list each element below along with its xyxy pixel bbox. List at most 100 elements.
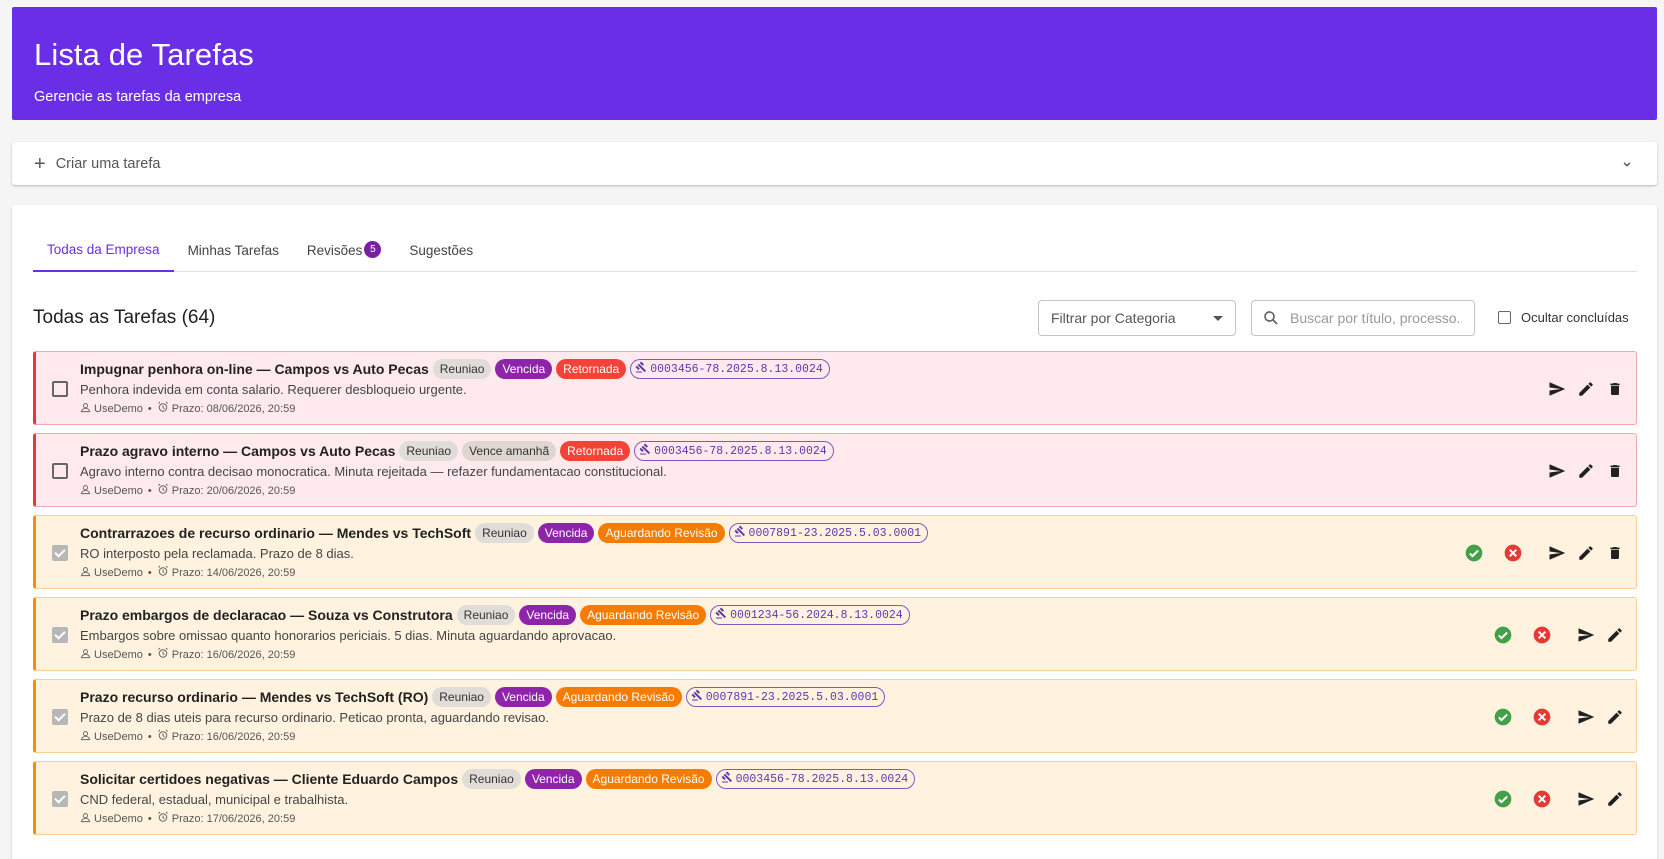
task-complete-checkbox[interactable]	[52, 463, 68, 479]
process-number-chip[interactable]: 0003456-78.2025.8.13.0024	[715, 769, 916, 789]
tab-sugestoes[interactable]: Sugestões	[395, 228, 487, 272]
task-row[interactable]: Impugnar penhora on-line — Campos vs Aut…	[33, 351, 1637, 425]
task-user: UseDemo	[94, 566, 143, 579]
task-description: Agravo interno contra decisao monocratic…	[80, 464, 667, 479]
task-content: Impugnar penhora on-line — Campos vs Aut…	[80, 358, 1636, 416]
approve-icon[interactable]	[1488, 623, 1518, 647]
process-number-chip[interactable]: 0001234-56.2024.8.13.0024	[710, 605, 910, 625]
due-status-chip: Vencida	[537, 523, 595, 543]
send-icon[interactable]	[1573, 787, 1599, 811]
edit-icon[interactable]	[1602, 787, 1628, 811]
alarm-icon	[157, 647, 172, 662]
process-number-chip[interactable]: 0007891-23.2025.5.03.0001	[685, 687, 886, 707]
edit-icon[interactable]	[1573, 541, 1599, 565]
delete-icon[interactable]	[1602, 541, 1628, 565]
reject-icon[interactable]	[1498, 541, 1528, 565]
send-icon[interactable]	[1573, 623, 1599, 647]
task-row[interactable]: Contrarrazoes de recurso ordinario — Men…	[33, 515, 1637, 589]
person-icon	[80, 648, 94, 662]
task-content: Prazo agravo interno — Campos vs Auto Pe…	[80, 440, 1636, 498]
category-filter-label: Filtrar por Categoria	[1051, 310, 1176, 326]
task-title: Contrarrazoes de recurso ordinario — Men…	[80, 525, 472, 541]
task-title: Prazo recurso ordinario — Mendes vs Tech…	[80, 689, 429, 705]
task-deadline: Prazo: 16/06/2026, 20:59	[171, 730, 296, 743]
task-content: Solicitar certidoes negativas — Cliente …	[80, 768, 1636, 826]
task-row[interactable]: Prazo recurso ordinario — Mendes vs Tech…	[33, 679, 1637, 753]
send-icon[interactable]	[1544, 377, 1570, 401]
reject-icon[interactable]	[1527, 787, 1557, 811]
meta-separator: •	[147, 484, 152, 497]
approve-icon[interactable]	[1488, 787, 1518, 811]
search-input[interactable]	[1290, 310, 1462, 326]
send-icon[interactable]	[1544, 541, 1570, 565]
task-complete-checkbox[interactable]	[52, 627, 68, 643]
task-deadline: Prazo: 17/06/2026, 20:59	[171, 812, 296, 825]
task-complete-checkbox[interactable]	[52, 709, 68, 725]
edit-icon[interactable]	[1602, 705, 1628, 729]
task-actions	[1479, 705, 1628, 729]
send-icon[interactable]	[1544, 459, 1570, 483]
alarm-icon	[157, 565, 172, 580]
task-complete-checkbox[interactable]	[52, 381, 68, 397]
task-row[interactable]: Prazo embargos de declaracao — Souza vs …	[33, 597, 1637, 671]
meta-separator: •	[147, 730, 152, 743]
tab-minhas-tarefas[interactable]: Minhas Tarefas	[174, 228, 293, 272]
state-chip: Aguardando Revisão	[585, 769, 712, 789]
hide-completed-label: Ocultar concluídas	[1521, 310, 1629, 325]
chevron-down-icon[interactable]	[1619, 156, 1635, 172]
create-task-accordion[interactable]: + Criar uma tarefa	[12, 142, 1657, 185]
category-chip: Reuniao	[399, 441, 459, 461]
tab-revisoes[interactable]: Revisões 5	[293, 228, 396, 272]
alarm-icon	[157, 401, 172, 416]
approve-icon[interactable]	[1459, 541, 1489, 565]
edit-icon[interactable]	[1602, 623, 1628, 647]
task-content: Prazo recurso ordinario — Mendes vs Tech…	[80, 686, 1636, 744]
search-field[interactable]	[1251, 300, 1475, 336]
edit-icon[interactable]	[1573, 459, 1599, 483]
tabs-bar: Todas da Empresa Minhas Tarefas Revisões…	[33, 228, 1637, 272]
process-number-chip[interactable]: 0003456-78.2025.8.13.0024	[630, 359, 830, 379]
task-actions	[1528, 377, 1628, 401]
due-status-chip: Vencida	[495, 359, 553, 379]
process-number: 0007891-23.2025.5.03.0001	[748, 526, 922, 540]
page-header: Lista de Tarefas Gerencie as tarefas da …	[12, 7, 1657, 120]
task-user: UseDemo	[94, 730, 143, 743]
tab-todas-da-empresa[interactable]: Todas da Empresa	[33, 228, 174, 272]
delete-icon[interactable]	[1602, 377, 1628, 401]
person-icon	[80, 402, 94, 416]
delete-icon[interactable]	[1602, 459, 1628, 483]
edit-icon[interactable]	[1573, 377, 1599, 401]
person-icon	[80, 812, 94, 826]
task-user: UseDemo	[94, 812, 143, 825]
meta-separator: •	[147, 566, 152, 579]
task-description: CND federal, estadual, municipal e traba…	[80, 792, 349, 807]
task-complete-checkbox[interactable]	[52, 791, 68, 807]
state-chip: Retornada	[560, 441, 631, 461]
task-row[interactable]: Solicitar certidoes negativas — Cliente …	[33, 761, 1637, 835]
task-complete-checkbox[interactable]	[52, 545, 68, 561]
task-user: UseDemo	[94, 484, 143, 497]
approve-icon[interactable]	[1488, 705, 1518, 729]
gavel-icon	[635, 361, 650, 377]
category-filter-select[interactable]: Filtrar por Categoria	[1038, 300, 1236, 336]
send-icon[interactable]	[1573, 705, 1599, 729]
reject-icon[interactable]	[1527, 705, 1557, 729]
task-deadline: Prazo: 20/06/2026, 20:59	[171, 484, 296, 497]
plus-icon: +	[34, 152, 46, 175]
task-user: UseDemo	[94, 648, 143, 661]
task-title: Prazo agravo interno — Campos vs Auto Pe…	[80, 443, 396, 459]
create-task-label: Criar uma tarefa	[55, 155, 161, 172]
hide-completed-toggle[interactable]: Ocultar concluídas	[1498, 310, 1629, 325]
process-number-chip[interactable]: 0003456-78.2025.8.13.0024	[634, 441, 834, 461]
state-chip: Aguardando Revisão	[598, 523, 725, 543]
task-description: Penhora indevida em conta salario. Reque…	[80, 382, 467, 397]
task-deadline: Prazo: 08/06/2026, 20:59	[171, 402, 296, 415]
due-status-chip: Vence amanhã	[462, 441, 557, 461]
meta-separator: •	[147, 812, 152, 825]
task-row[interactable]: Prazo agravo interno — Campos vs Auto Pe…	[33, 433, 1637, 507]
hide-completed-checkbox[interactable]	[1498, 311, 1511, 324]
reject-icon[interactable]	[1527, 623, 1557, 647]
process-number-chip[interactable]: 0007891-23.2025.5.03.0001	[728, 523, 929, 543]
tab-label: Minhas Tarefas	[187, 242, 279, 258]
meta-separator: •	[147, 648, 152, 661]
